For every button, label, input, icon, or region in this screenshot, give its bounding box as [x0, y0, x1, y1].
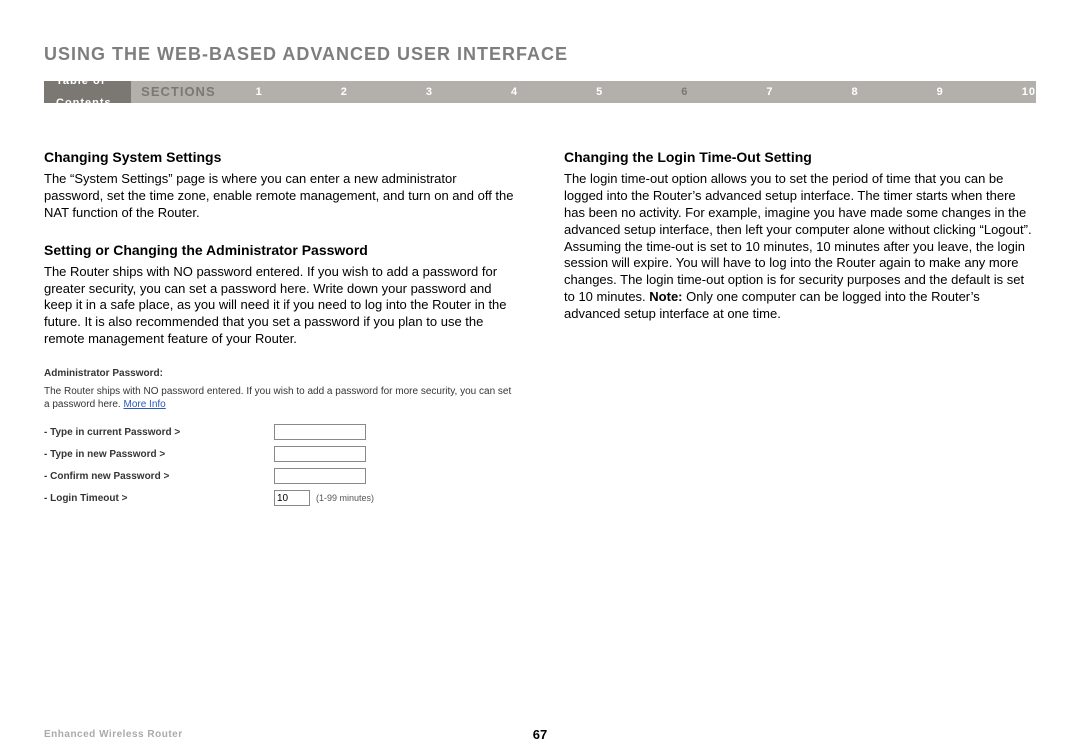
section-link-3[interactable]: 3 [426, 81, 433, 103]
section-nav-bar: Table of Contents SECTIONS 1 2 3 4 5 6 7… [44, 81, 1036, 103]
form-title: Administrator Password: [44, 368, 516, 379]
page-footer: Enhanced Wireless Router 67 [44, 729, 1036, 740]
section-link-5[interactable]: 5 [596, 81, 603, 103]
login-timeout-hint: (1-99 minutes) [316, 493, 374, 503]
heading-changing-system-settings: Changing System Settings [44, 149, 516, 165]
section-link-9[interactable]: 9 [937, 81, 944, 103]
toc-link[interactable]: Table of Contents [44, 81, 131, 103]
para-admin-password: The Router ships with NO password entere… [44, 264, 516, 348]
label-confirm-password: - Confirm new Password > [44, 471, 274, 482]
left-column: Changing System Settings The “System Set… [44, 149, 516, 509]
right-column: Changing the Login Time-Out Setting The … [564, 149, 1036, 509]
admin-password-form: Administrator Password: The Router ships… [44, 368, 516, 509]
current-password-input[interactable] [274, 424, 366, 440]
more-info-link[interactable]: More Info [124, 399, 166, 410]
para-login-timeout-a: The login time-out option allows you to … [564, 171, 1032, 304]
page-number: 67 [533, 727, 547, 742]
heading-admin-password: Setting or Changing the Administrator Pa… [44, 242, 516, 258]
section-nav-links: 1 2 3 4 5 6 7 8 9 10 [256, 81, 1036, 103]
para-login-timeout: The login time-out option allows you to … [564, 171, 1036, 323]
section-link-8[interactable]: 8 [852, 81, 859, 103]
label-current-password: - Type in current Password > [44, 427, 274, 438]
section-link-4[interactable]: 4 [511, 81, 518, 103]
confirm-password-input[interactable] [274, 468, 366, 484]
label-login-timeout: - Login Timeout > [44, 493, 274, 504]
section-link-7[interactable]: 7 [766, 81, 773, 103]
login-timeout-input[interactable] [274, 490, 310, 506]
form-desc-text: The Router ships with NO password entere… [44, 386, 511, 410]
para-system-settings: The “System Settings” page is where you … [44, 171, 516, 222]
page-title: USING THE WEB-BASED ADVANCED USER INTERF… [44, 44, 1036, 65]
section-link-10[interactable]: 10 [1022, 81, 1036, 103]
note-label: Note: [649, 289, 682, 304]
label-new-password: - Type in new Password > [44, 449, 274, 460]
section-link-6[interactable]: 6 [681, 81, 688, 103]
heading-login-timeout: Changing the Login Time-Out Setting [564, 149, 1036, 165]
new-password-input[interactable] [274, 446, 366, 462]
form-description: The Router ships with NO password entere… [44, 385, 516, 411]
sections-label: SECTIONS [141, 81, 215, 103]
section-link-2[interactable]: 2 [341, 81, 348, 103]
product-name: Enhanced Wireless Router [44, 729, 183, 740]
section-link-1[interactable]: 1 [256, 81, 263, 103]
